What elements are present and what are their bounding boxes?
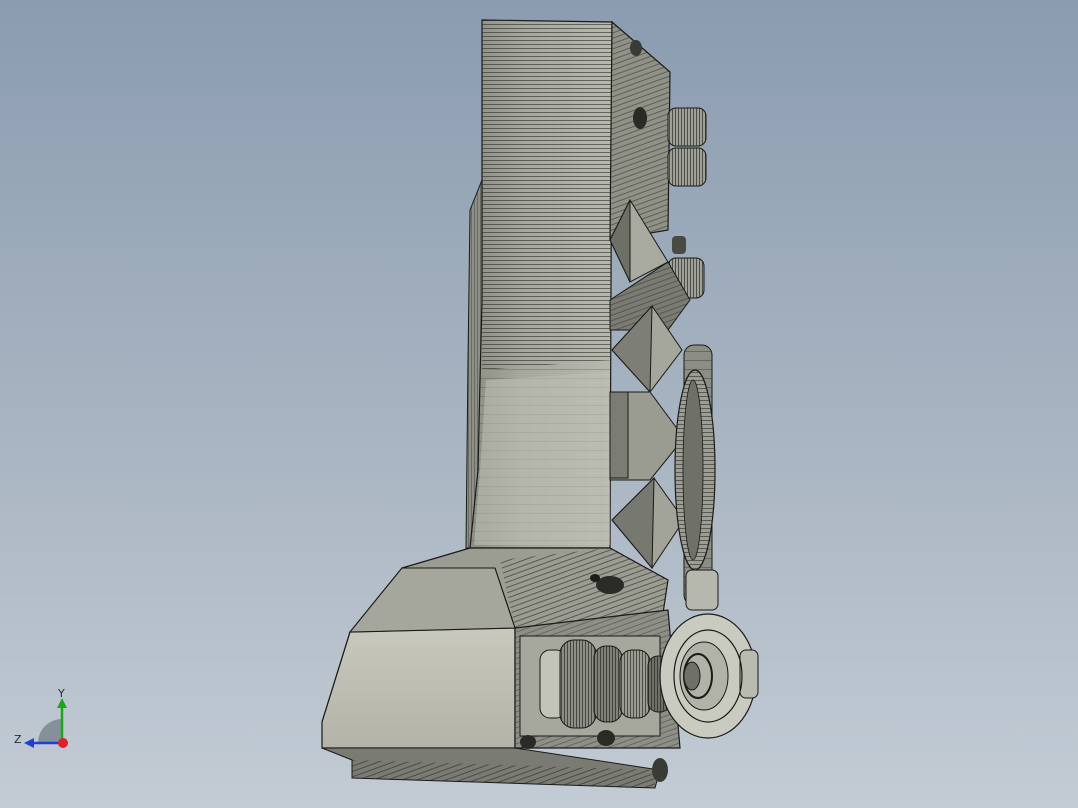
orientation-triad: Y Z (10, 686, 80, 756)
lower-housing-front (321, 567, 516, 749)
tower-right-side (609, 20, 671, 241)
end-bearing-disk (659, 613, 759, 739)
knob-group-upper (667, 107, 707, 299)
lower-base-plate (321, 747, 661, 789)
gear-ring-middle (674, 344, 719, 611)
triad-plane-shade (38, 719, 62, 743)
z-axis-arrow-icon (24, 738, 34, 748)
x-axis-dot-icon (58, 738, 68, 748)
graphics-viewport[interactable]: Y Z (0, 0, 1078, 808)
z-axis-label: Z (14, 733, 22, 746)
y-axis-label: Y (58, 687, 65, 700)
tower-main-body (469, 19, 613, 549)
3d-model-view[interactable] (0, 0, 1078, 808)
